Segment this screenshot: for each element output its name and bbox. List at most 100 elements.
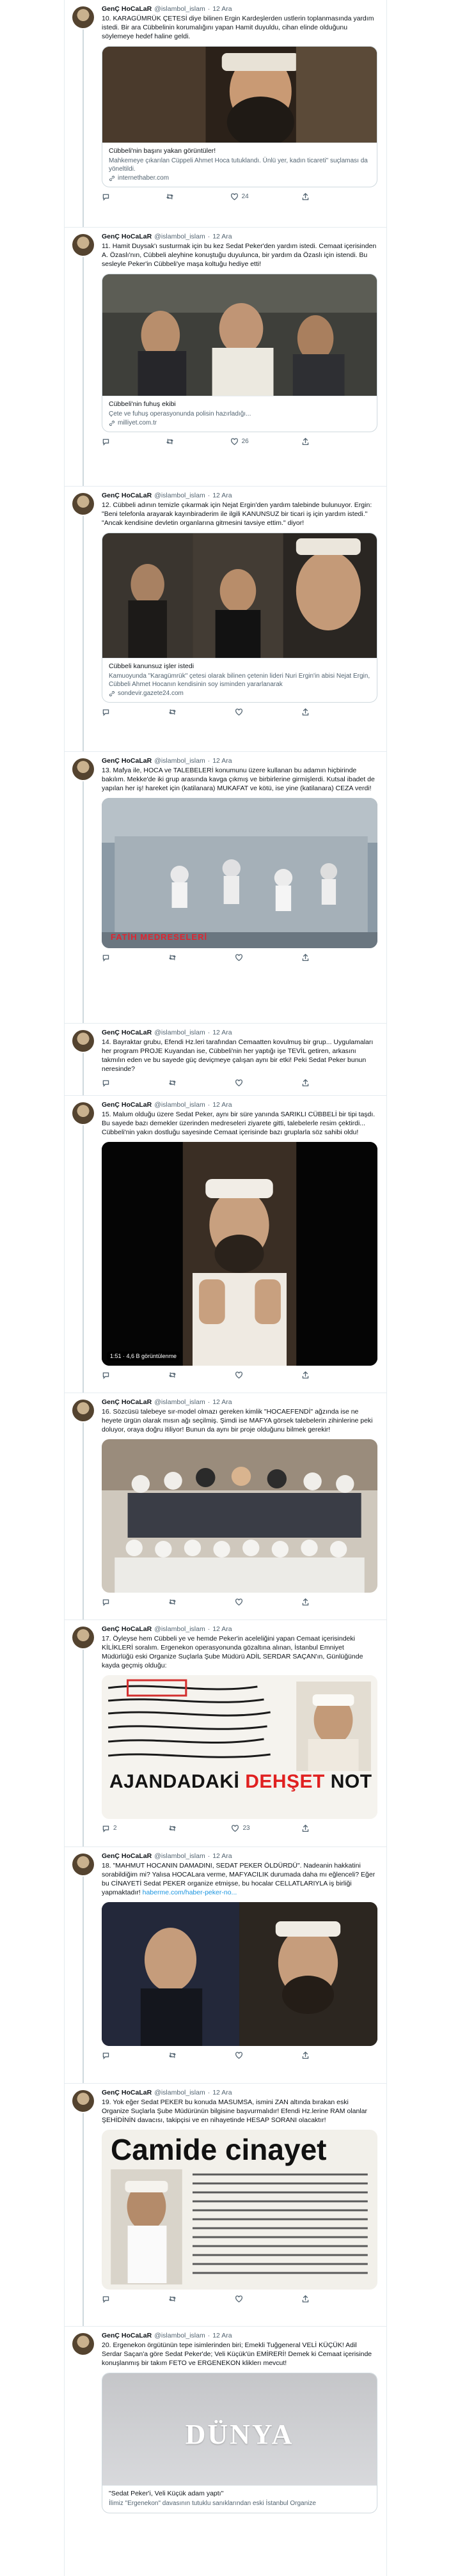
retweet-button[interactable] xyxy=(168,1371,180,1379)
tweet-link[interactable]: haberme.com/haber-peker-no... xyxy=(143,1889,237,1896)
link-card[interactable]: Cübbeli'nin fuhuş ekibi Çete ve fuhuş op… xyxy=(102,274,377,432)
retweet-button[interactable] xyxy=(168,953,180,962)
author-name[interactable]: GenÇ HoCaLaR xyxy=(102,1852,152,1860)
link-card[interactable]: Cübbeli'nin başını yakan görüntüler! Mah… xyxy=(102,46,377,187)
link-card[interactable]: Cübbeli kanunsuz işler istedi Kamuoyunda… xyxy=(102,533,377,703)
like-button[interactable] xyxy=(235,1598,246,1606)
share-button[interactable] xyxy=(301,1371,313,1379)
share-button[interactable] xyxy=(301,1824,313,1832)
avatar[interactable] xyxy=(72,2090,94,2112)
like-button[interactable] xyxy=(235,1079,246,1087)
author-handle[interactable]: @islambol_islam xyxy=(154,757,205,765)
author-name[interactable]: GenÇ HoCaLaR xyxy=(102,1398,152,1406)
tweet-date[interactable]: 12 Ara xyxy=(212,757,232,765)
author-handle[interactable]: @islambol_islam xyxy=(154,1029,205,1036)
author-name[interactable]: GenÇ HoCaLaR xyxy=(102,2332,152,2339)
tweet-video[interactable]: FATİH MEDRESELERİ xyxy=(102,798,377,948)
tweet-video[interactable]: 1:51 · 4,6 B görüntülenme xyxy=(102,1142,377,1366)
avatar[interactable] xyxy=(72,6,94,28)
tweet-photo[interactable]: AJANDADAKİ DEHŞET NOT xyxy=(102,1675,377,1819)
share-button[interactable] xyxy=(301,953,313,962)
tweet-date[interactable]: 12 Ara xyxy=(212,2332,232,2339)
avatar[interactable] xyxy=(72,1627,94,1648)
reply-button[interactable] xyxy=(102,2051,113,2059)
avatar[interactable] xyxy=(72,758,94,780)
reply-button[interactable] xyxy=(102,1079,113,1087)
tweet-date[interactable]: 12 Ara xyxy=(212,1398,232,1406)
like-button[interactable] xyxy=(235,2295,246,2303)
avatar[interactable] xyxy=(72,1102,94,1124)
like-button[interactable]: 26 xyxy=(230,437,249,446)
tweet[interactable]: GenÇ HoCaLaR @islambol_islam · 12 Ara 14… xyxy=(65,1024,386,1096)
tweet-date[interactable]: 12 Ara xyxy=(212,5,232,13)
retweet-button[interactable] xyxy=(168,1598,180,1606)
retweet-button[interactable] xyxy=(168,708,180,716)
author-handle[interactable]: @islambol_islam xyxy=(154,492,205,499)
share-button[interactable] xyxy=(301,437,313,446)
retweet-button[interactable] xyxy=(168,1824,180,1832)
tweet[interactable]: GenÇ HoCaLaR @islambol_islam · 12 Ara 17… xyxy=(65,1620,386,1847)
retweet-button[interactable] xyxy=(166,437,177,446)
author-handle[interactable]: @islambol_islam xyxy=(154,5,205,13)
tweet-date[interactable]: 12 Ara xyxy=(212,2089,232,2096)
tweet-date[interactable]: 12 Ara xyxy=(212,233,232,240)
author-handle[interactable]: @islambol_islam xyxy=(154,1625,205,1633)
share-button[interactable] xyxy=(301,192,313,201)
author-name[interactable]: GenÇ HoCaLaR xyxy=(102,1101,152,1109)
like-button[interactable] xyxy=(235,1371,246,1379)
author-handle[interactable]: @islambol_islam xyxy=(154,2332,205,2339)
like-button[interactable]: 23 xyxy=(231,1824,250,1832)
avatar[interactable] xyxy=(72,1030,94,1052)
author-name[interactable]: GenÇ HoCaLaR xyxy=(102,1625,152,1633)
tweet-date[interactable]: 12 Ara xyxy=(212,1625,232,1633)
tweet[interactable]: GenÇ HoCaLaR @islambol_islam · 12 Ara 12… xyxy=(65,487,386,752)
avatar[interactable] xyxy=(72,1854,94,1875)
reply-button[interactable] xyxy=(102,192,113,201)
tweet[interactable]: GenÇ HoCaLaR @islambol_islam · 12 Ara 18… xyxy=(65,1847,386,2084)
tweet[interactable]: GenÇ HoCaLaR @islambol_islam · 12 Ara 13… xyxy=(65,752,386,1024)
author-handle[interactable]: @islambol_islam xyxy=(154,1852,205,1860)
reply-button[interactable] xyxy=(102,708,113,716)
reply-button[interactable] xyxy=(102,2295,113,2303)
retweet-button[interactable] xyxy=(168,1079,180,1087)
author-name[interactable]: GenÇ HoCaLaR xyxy=(102,757,152,765)
share-button[interactable] xyxy=(301,1079,313,1087)
tweet-date[interactable]: 12 Ara xyxy=(212,1029,232,1036)
reply-button[interactable] xyxy=(102,1371,113,1379)
reply-button[interactable] xyxy=(102,953,113,962)
like-button[interactable]: 24 xyxy=(230,192,249,201)
like-button[interactable] xyxy=(235,2051,246,2059)
share-button[interactable] xyxy=(301,2051,313,2059)
author-name[interactable]: GenÇ HoCaLaR xyxy=(102,492,152,499)
tweet-photo[interactable]: Camide cinayet xyxy=(102,2130,377,2290)
author-name[interactable]: GenÇ HoCaLaR xyxy=(102,1029,152,1036)
avatar[interactable] xyxy=(72,2333,94,2355)
tweet-date[interactable]: 12 Ara xyxy=(212,1852,232,1860)
tweet[interactable]: GenÇ HoCaLaR @islambol_islam · 12 Ara 20… xyxy=(65,2327,386,2518)
tweet[interactable]: GenÇ HoCaLaR @islambol_islam · 12 Ara 19… xyxy=(65,2084,386,2327)
share-button[interactable] xyxy=(301,708,313,716)
tweet[interactable]: GenÇ HoCaLaR @islambol_islam · 12 Ara 10… xyxy=(65,0,386,228)
tweet[interactable]: GenÇ HoCaLaR @islambol_islam · 12 Ara 16… xyxy=(65,1393,386,1620)
author-handle[interactable]: @islambol_islam xyxy=(154,1398,205,1406)
reply-button[interactable] xyxy=(102,437,113,446)
retweet-button[interactable] xyxy=(166,192,177,201)
author-handle[interactable]: @islambol_islam xyxy=(154,1101,205,1109)
tweet-photo[interactable] xyxy=(102,1902,377,2046)
retweet-button[interactable] xyxy=(168,2051,180,2059)
avatar[interactable] xyxy=(72,1400,94,1421)
share-button[interactable] xyxy=(301,2295,313,2303)
reply-button[interactable]: 2 xyxy=(102,1824,117,1832)
tweet[interactable]: GenÇ HoCaLaR @islambol_islam · 12 Ara 15… xyxy=(65,1096,386,1393)
like-button[interactable] xyxy=(235,708,246,716)
avatar[interactable] xyxy=(72,234,94,256)
tweet-photo[interactable] xyxy=(102,1439,377,1593)
avatar[interactable] xyxy=(72,493,94,515)
author-handle[interactable]: @islambol_islam xyxy=(154,2089,205,2096)
tweet[interactable]: GenÇ HoCaLaR @islambol_islam · 12 Ara 11… xyxy=(65,228,386,487)
reply-button[interactable] xyxy=(102,1598,113,1606)
author-handle[interactable]: @islambol_islam xyxy=(154,233,205,240)
tweet-date[interactable]: 12 Ara xyxy=(212,1101,232,1109)
retweet-button[interactable] xyxy=(168,2295,180,2303)
author-name[interactable]: GenÇ HoCaLaR xyxy=(102,2089,152,2096)
